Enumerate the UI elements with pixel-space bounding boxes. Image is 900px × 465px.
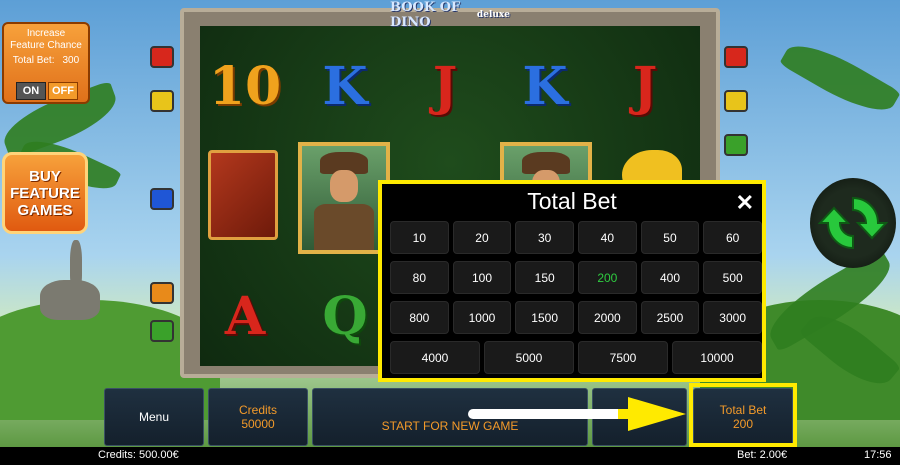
reel-symbol-a: A: [224, 285, 266, 347]
book-symbol: [208, 150, 278, 240]
bet-option-100[interactable]: 100: [452, 261, 512, 294]
reel-symbol-q: Q: [322, 285, 368, 347]
reel-symbol-k: K: [322, 55, 368, 117]
feature-toggle: ON OFF: [16, 82, 78, 100]
bet-option-5000[interactable]: 5000: [484, 341, 574, 374]
spin-button[interactable]: [810, 178, 896, 268]
buy-feature-line3: GAMES: [17, 201, 73, 219]
payline-tab: [150, 46, 174, 68]
buy-feature-games-button[interactable]: BUY FEATURE GAMES: [2, 152, 88, 234]
feature-off-button[interactable]: OFF: [48, 82, 78, 100]
menu-label: Menu: [138, 410, 170, 424]
buy-feature-line1: BUY: [29, 167, 61, 185]
payline-tab: [724, 90, 748, 112]
bet-option-10[interactable]: 10: [390, 221, 449, 254]
game-logo-text: BOOK OF DINO: [390, 0, 461, 30]
bet-option-1000[interactable]: 1000: [452, 301, 512, 334]
game-logo: BOOK OF DINO deluxe: [390, 0, 510, 30]
total-bet-dialog: Total Bet ✕ 10 20 30 40 50 60 80 100 150 200 400 50…: [378, 180, 766, 382]
bet-option-150[interactable]: 150: [515, 261, 574, 294]
bet-option-2000[interactable]: 2000: [578, 301, 637, 334]
total-bet-dialog-title: Total Bet: [527, 188, 617, 214]
bet-option-7500[interactable]: 7500: [578, 341, 668, 374]
bet-option-4000[interactable]: 4000: [390, 341, 480, 374]
payline-tab: [724, 134, 748, 156]
close-icon[interactable]: ✕: [736, 190, 754, 216]
credits-button[interactable]: Credits 50000: [208, 388, 308, 446]
status-credits: Credits: 500.00€: [98, 449, 179, 461]
arrow-right-icon: [468, 397, 686, 431]
explorer-symbol: [298, 142, 390, 254]
bet-option-1500[interactable]: 1500: [515, 301, 574, 334]
payline-tab: [150, 320, 174, 342]
status-bet: Bet: 2.00€: [737, 449, 788, 461]
bet-option-200[interactable]: 200: [578, 261, 637, 294]
feature-total-bet-label: Total Bet:: [12, 55, 55, 66]
buy-feature-line2: FEATURE: [10, 184, 80, 202]
payline-tab: [724, 46, 748, 68]
bet-option-30[interactable]: 30: [515, 221, 574, 254]
bet-option-60[interactable]: 60: [703, 221, 762, 254]
bet-option-40[interactable]: 40: [578, 221, 637, 254]
credits-label: Credits: [238, 403, 277, 417]
status-bar: Credits: 500.00€ Bet: 2.00€ 17:56: [0, 447, 900, 465]
credits-value: 50000: [241, 417, 275, 431]
reel-symbol-k: K: [522, 55, 568, 117]
bet-option-800[interactable]: 800: [390, 301, 449, 334]
bet-option-500[interactable]: 500: [703, 261, 762, 294]
reel-symbol-j: J: [632, 55, 658, 117]
bet-option-2500[interactable]: 2500: [640, 301, 700, 334]
payline-tab: [150, 188, 174, 210]
feature-label-line1: Increase: [26, 28, 66, 39]
bet-option-20[interactable]: 20: [452, 221, 512, 254]
game-logo-subtext: deluxe: [476, 10, 510, 20]
bet-option-50[interactable]: 50: [640, 221, 700, 254]
dinosaur-neck: [70, 240, 82, 290]
status-clock: 17:56: [864, 449, 892, 461]
bet-option-3000[interactable]: 3000: [703, 301, 762, 334]
menu-button[interactable]: Menu: [104, 388, 204, 446]
payline-tab: [150, 90, 174, 112]
spin-arrows-icon: [818, 196, 888, 250]
reel-symbol-j: J: [432, 55, 458, 117]
payline-tab: [150, 282, 174, 304]
bet-option-400[interactable]: 400: [640, 261, 700, 294]
bet-option-10000[interactable]: 10000: [672, 341, 762, 374]
reel-symbol-10: 10: [208, 55, 282, 117]
feature-label-line2: Feature Chance: [10, 40, 82, 51]
feature-total-bet-value: 300: [62, 55, 80, 66]
bet-option-80[interactable]: 80: [390, 261, 449, 294]
total-bet-highlight: [689, 383, 797, 447]
dinosaur-silhouette: [40, 280, 100, 320]
feature-on-button[interactable]: ON: [16, 82, 46, 100]
